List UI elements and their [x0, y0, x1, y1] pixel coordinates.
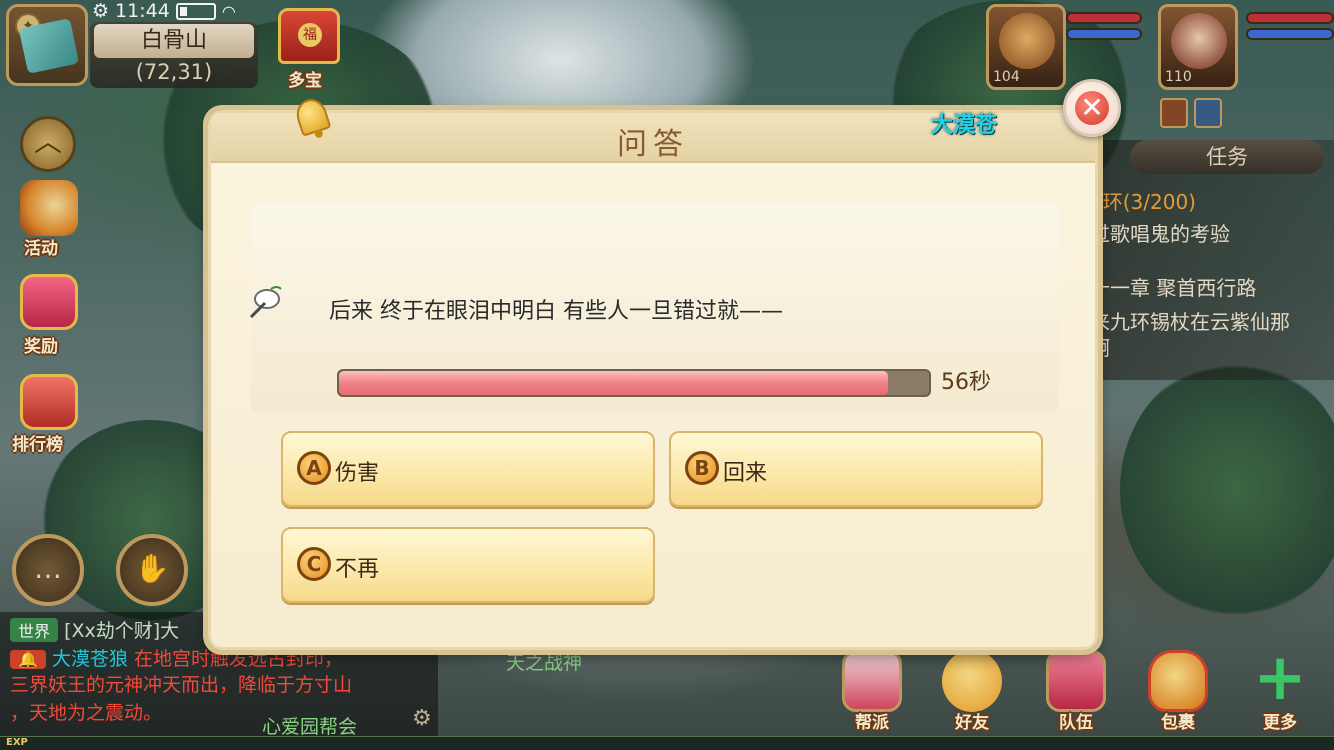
- question-text: 后来 终于在眼泪中明白 有些人一旦错过就——: [329, 299, 783, 324]
- close-button[interactable]: ✕: [1063, 79, 1121, 137]
- timer-countdown: 56秒: [941, 370, 991, 395]
- option-text: 不再: [335, 557, 380, 582]
- answer-option-a[interactable]: A 伤害: [281, 431, 655, 507]
- option-text: 伤害: [335, 461, 380, 486]
- answer-option-b[interactable]: B 回来: [669, 431, 1043, 507]
- timer-bar-fill: [339, 371, 888, 395]
- option-letter-c-icon: C: [297, 547, 331, 581]
- close-icon: ✕: [1080, 91, 1104, 124]
- answer-option-c[interactable]: C 不再: [281, 527, 655, 603]
- quiz-dialog: 问答 大漠苍 ✕ 后来 终于在眼泪中明白 有些人一旦错过就—— 56秒 A 伤害…: [208, 79, 1121, 650]
- player-name-tag: 大漠苍: [931, 113, 998, 138]
- option-text: 回来: [723, 461, 768, 486]
- option-letter-b-icon: B: [685, 451, 719, 485]
- option-letter-a-icon: A: [297, 451, 331, 485]
- timer-bar: [337, 369, 931, 397]
- quill-pen-icon: [249, 286, 282, 319]
